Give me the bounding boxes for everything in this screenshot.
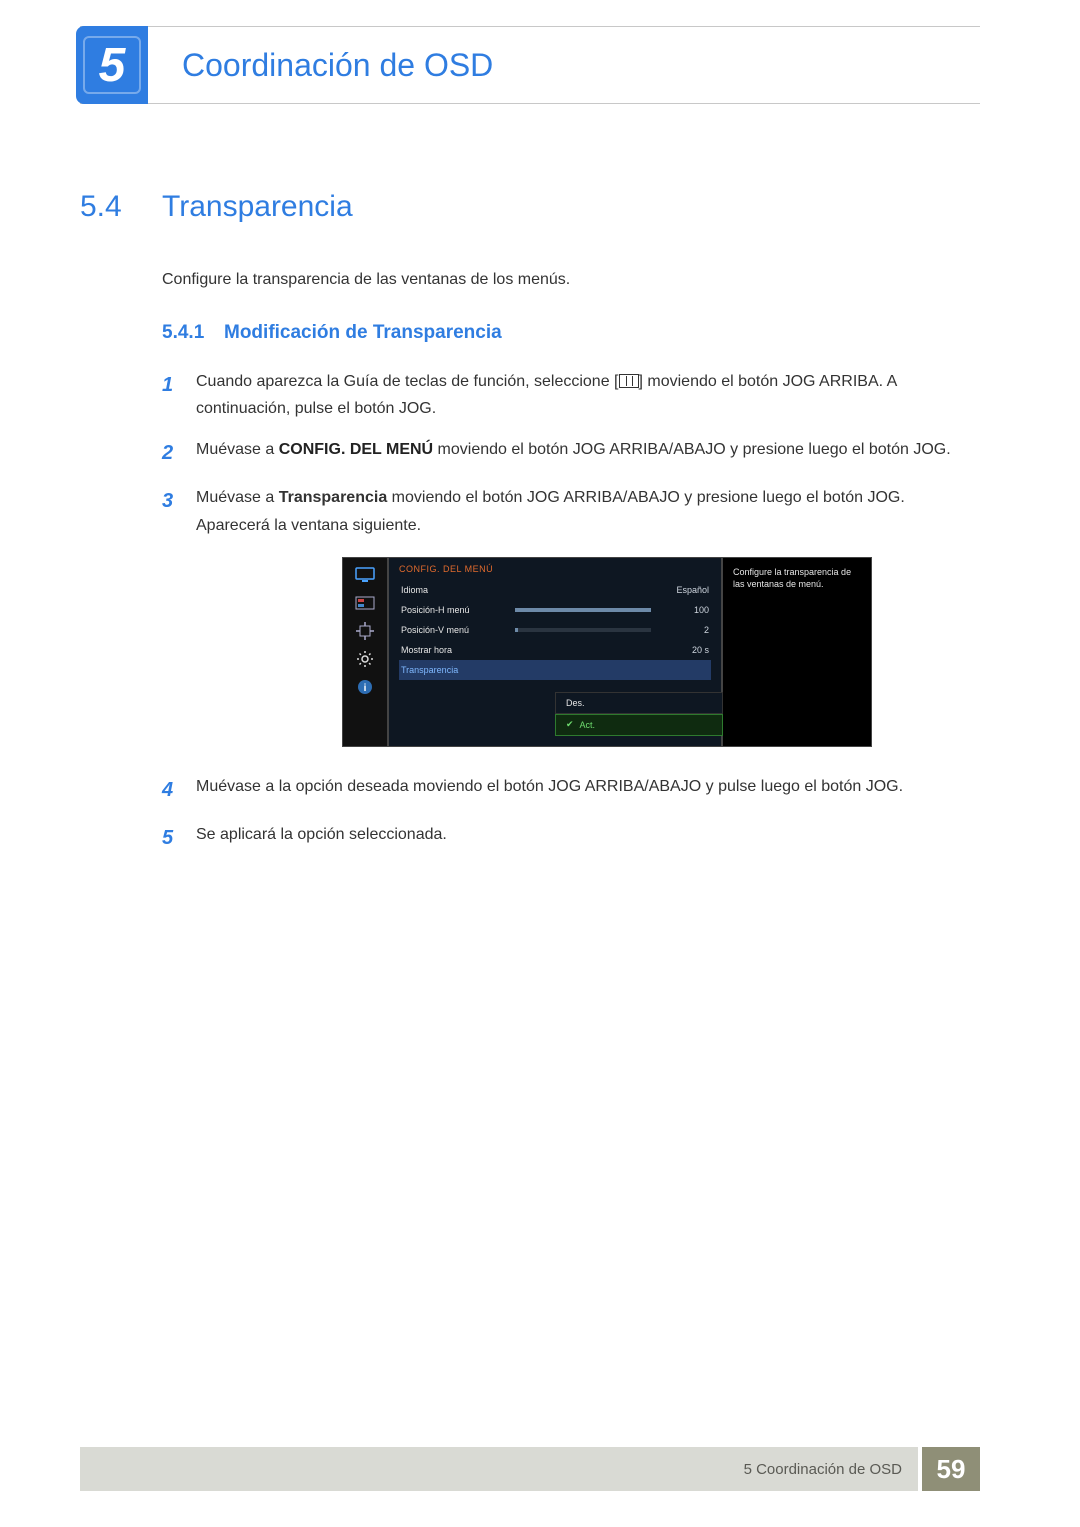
osd-row-mostrar: Mostrar hora 20 s [399,640,711,660]
section-heading: 5.4 Transparencia [80,190,980,224]
osd-row-idioma: Idioma Español [399,580,711,600]
step-text-post: moviendo el botón JOG ARRIBA/ABAJO y pre… [387,489,905,506]
picture-icon [354,594,376,612]
chapter-title: Coordinación de OSD [182,47,493,84]
osd-row-value: 100 [661,605,709,615]
subsection-title: Modificación de Transparencia [224,322,502,344]
page-footer: 5 Coordinación de OSD 59 [80,1447,980,1491]
step-text-pre: Muévase a [196,489,279,506]
monitor-icon [354,566,376,584]
step-number: 4 [162,773,196,807]
osd-row-label: Mostrar hora [401,645,511,655]
position-icon [354,622,376,640]
footer-label: 5 Coordinación de OSD [80,1447,922,1491]
chapter-number: 5 [83,36,141,94]
section-number: 5.4 [80,190,162,224]
step-number: 3 [162,484,196,538]
osd-row-label: Posición-H menú [401,605,511,615]
page-number: 59 [922,1447,980,1491]
step-body: Cuando aparezca la Guía de teclas de fun… [196,368,980,422]
step-number: 5 [162,821,196,855]
osd-options: Des. Act. [555,692,723,736]
osd-row-transparencia: Transparencia [399,660,711,680]
osd-main-panel: CONFIG. DEL MENÚ Idioma Español Posición… [388,557,722,747]
step-1: 1 Cuando aparezca la Guía de teclas de f… [162,368,980,422]
osd-row-value: 2 [661,625,709,635]
step-number: 1 [162,368,196,422]
step-body: Se aplicará la opción seleccionada. [196,821,980,855]
page: 5 Coordinación de OSD 5.4 Transparencia … [0,0,1080,1527]
step-2: 2 Muévase a CONFIG. DEL MENÚ moviendo el… [162,436,980,470]
osd-row-label: Transparencia [401,665,511,675]
step-body: Muévase a CONFIG. DEL MENÚ moviendo el b… [196,436,980,470]
info-icon: i [354,678,376,696]
step-body: Muévase a la opción deseada moviendo el … [196,773,980,807]
step-text-post: moviendo el botón JOG ARRIBA/ABAJO y pre… [433,441,951,458]
content: 5.4 Transparencia Configure la transpare… [80,190,980,869]
step-text-pre: Cuando aparezca la Guía de teclas de fun… [196,373,619,390]
steps-list: 1 Cuando aparezca la Guía de teclas de f… [162,368,980,855]
menu-icon [619,374,639,388]
step-3: 3 Muévase a Transparencia moviendo el bo… [162,484,980,538]
osd-screenshot: i CONFIG. DEL MENÚ Idioma Español Posici… [342,557,872,747]
gear-icon [354,650,376,668]
step-4: 4 Muévase a la opción deseada moviendo e… [162,773,980,807]
step-body: Muévase a Transparencia moviendo el botó… [196,484,980,538]
subsection-number: 5.4.1 [162,322,224,344]
section-title: Transparencia [162,190,353,224]
osd-option-on: Act. [555,714,723,736]
osd-row-label: Idioma [401,585,511,595]
step-text-pre: Muévase a [196,441,279,458]
osd-row-value: Español [661,585,709,595]
chapter-header: 5 Coordinación de OSD [80,26,980,104]
osd-row-posv: Posición-V menú 2 [399,620,711,640]
step-strong: CONFIG. DEL MENÚ [279,441,433,458]
osd-sidebar: i [342,557,388,747]
osd-help-panel: Configure la transparencia de las ventan… [722,557,872,747]
step-5: 5 Se aplicará la opción seleccionada. [162,821,980,855]
step-number: 2 [162,436,196,470]
osd-panel-title: CONFIG. DEL MENÚ [399,564,711,574]
osd-row-posh: Posición-H menú 100 [399,600,711,620]
section-intro: Configure la transparencia de las ventan… [162,268,980,292]
chapter-number-tab: 5 [76,26,148,104]
subsection-heading: 5.4.1 Modificación de Transparencia [162,322,980,344]
osd-option-off: Des. [555,692,723,714]
svg-text:i: i [364,683,367,694]
osd-row-value: 20 s [661,645,709,655]
osd-row-label: Posición-V menú [401,625,511,635]
step-strong: Transparencia [279,489,388,506]
step-text-next: Aparecerá la ventana siguiente. [196,517,421,534]
